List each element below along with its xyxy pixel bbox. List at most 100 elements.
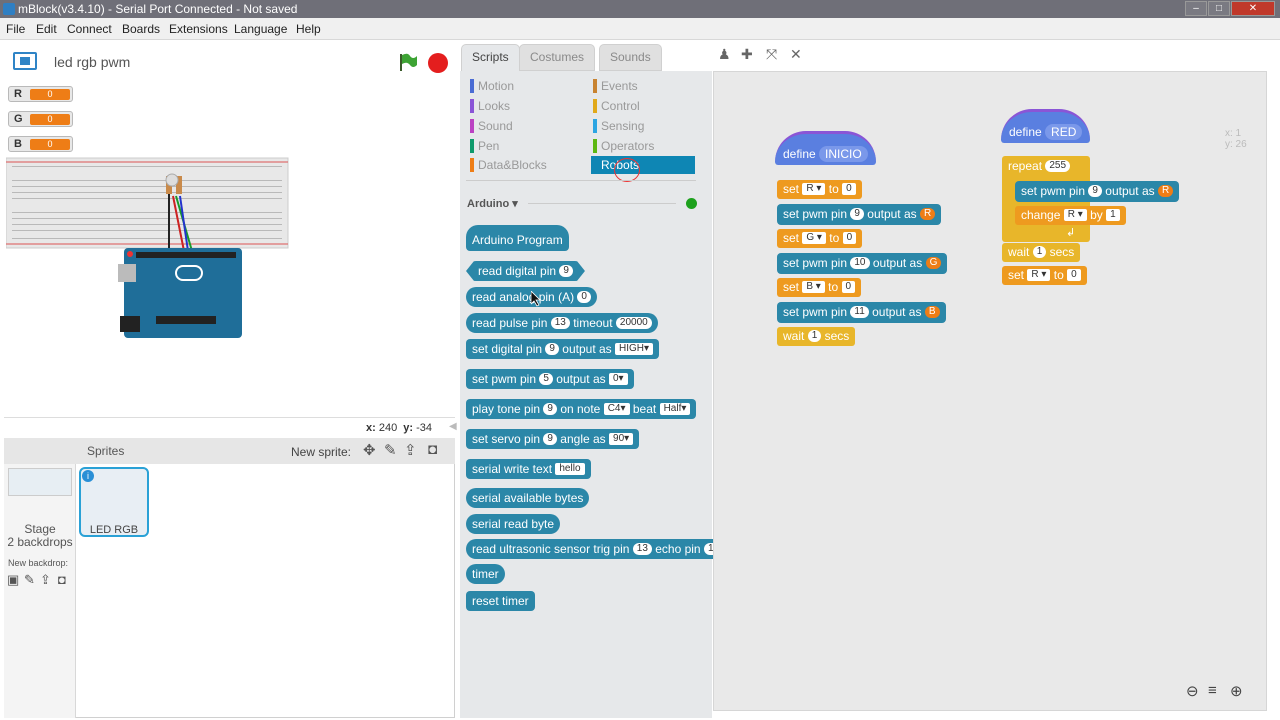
block-read-ultrasonic[interactable]: read ultrasonic sensor trig pin 13 echo … [466,539,730,559]
script2-set-r[interactable]: set R ▾ to 0 [1002,266,1087,285]
category-robots[interactable]: Robots [591,156,695,174]
block-read-pulse-pin[interactable]: read pulse pin 13 timeout 20000 [466,313,658,333]
x-value: 240 [378,422,398,434]
script1-set-pwm-9[interactable]: set pwm pin 9 output as R [777,204,942,225]
menu-boards[interactable]: Boards [122,22,160,36]
arduino-breadboard-image[interactable] [6,156,290,342]
script1-set-r[interactable]: set R ▾ to 0 [777,180,862,199]
click-highlight [614,158,640,182]
paint-sprite-icon[interactable]: ✎ [384,441,397,459]
monitor-b: B0 [8,136,73,152]
script2-set-pwm-9[interactable]: set pwm pin 9 output as R [1015,181,1180,202]
fullscreen-icon[interactable] [13,52,37,70]
arduino-section-label[interactable]: Arduino ▾ [467,197,518,210]
shrink-tool-icon[interactable]: ✕ [790,46,802,63]
menu-file[interactable]: File [6,22,25,36]
category-control[interactable]: Control [593,97,640,115]
menu-language[interactable]: Language [234,22,287,36]
block-serial-write-text[interactable]: serial write text hello [466,459,591,479]
y-label: y: [403,422,414,434]
block-read-digital-pin[interactable]: read digital pin 9 [466,261,585,281]
stage-thumbnail[interactable] [8,468,72,496]
block-play-tone-pin[interactable]: play tone pin 9 on note C4▾ beat Half▾ [466,399,697,419]
script2-wait[interactable]: wait 1 secs [1002,243,1081,262]
block-serial-available-bytes[interactable]: serial available bytes [466,488,590,508]
grow-tool-icon[interactable]: ⤧ [766,46,777,63]
zoom-reset-icon[interactable]: ≡ [1208,682,1217,699]
x-label: x: [366,422,376,434]
script1-set-g[interactable]: set G ▾ to 0 [777,229,863,248]
paint-backdrop-icon[interactable]: ✎ [24,572,35,588]
define-inicio-block[interactable]: define INICIO [775,131,876,165]
category-sensing[interactable]: Sensing [593,117,644,135]
sprite-info-icon[interactable]: i [82,470,94,482]
new-backdrop-label: New backdrop: [8,558,69,568]
monitor-g: G0 [8,111,73,127]
zoom-out-icon[interactable]: ⊖ [1186,682,1199,700]
upload-sprite-icon[interactable]: ⇪ [404,441,417,459]
category-pen[interactable]: Pen [470,137,499,155]
tab-costumes[interactable]: Costumes [519,44,596,71]
green-flag-icon[interactable] [398,52,418,72]
new-sprite-label: New sprite: [291,445,352,459]
menu-help[interactable]: Help [296,22,321,36]
block-set-servo-pin[interactable]: set servo pin 9 angle as 90▾ [466,429,640,449]
block-serial-read-byte[interactable]: serial read byte [466,514,561,534]
choose-sprite-icon[interactable]: ✥ [363,441,376,459]
menu-bar: File Edit Connect Boards Extensions Lang… [0,18,1280,40]
block-timer[interactable]: timer [466,564,505,584]
monitor-label: R [14,88,22,100]
block-set-digital-pin[interactable]: set digital pin 9 output as HIGH▾ [466,339,660,359]
stage-header: led rgb pwm [0,40,455,82]
sprite-name: LED RGB [89,524,139,536]
block-reset-timer[interactable]: reset timer [466,591,535,611]
maximize-button[interactable]: □ [1208,1,1230,16]
monitor-value: 0 [30,89,70,100]
stop-icon[interactable] [428,53,448,73]
close-button[interactable]: ✕ [1231,1,1275,16]
zoom-in-icon[interactable]: ⊕ [1230,682,1243,700]
window-title: mBlock(v3.4.10) - Serial Port Connected … [18,2,298,16]
palette-divider [466,180,696,181]
minimize-button[interactable]: – [1185,1,1207,16]
repeat-label: repeat 255 [1008,159,1071,173]
collapse-stage-icon[interactable]: ◀ [449,421,457,432]
project-title[interactable]: led rgb pwm [54,54,130,70]
category-motion[interactable]: Motion [470,77,514,95]
tab-scripts[interactable]: Scripts [461,44,520,71]
backdrops-count: 2 backdrops [7,535,73,549]
category-sound[interactable]: Sound [470,117,513,135]
script1-set-pwm-11[interactable]: set pwm pin 11 output as B [777,302,946,323]
monitor-value: 0 [30,139,70,150]
camera-sprite-icon[interactable]: ◘ [428,441,437,458]
delete-tool-icon[interactable]: ✚ [741,46,753,63]
stage-thumbnail-column[interactable]: Stage 2 backdrops New backdrop: ▣ ✎ ⇪ ◘ [4,464,76,718]
connection-status-dot [686,198,697,209]
sprite-thumbnail-led-rgb[interactable]: i LED RGB [79,467,149,537]
camera-backdrop-icon[interactable]: ◘ [58,572,66,587]
script1-set-pwm-10[interactable]: set pwm pin 10 output as G [777,253,948,274]
menu-extensions[interactable]: Extensions [169,22,228,36]
sprites-title: Sprites [87,444,125,458]
category-looks[interactable]: Looks [470,97,510,115]
duplicate-tool-icon[interactable]: ♟ [718,46,731,63]
tab-sounds[interactable]: Sounds [599,44,662,71]
section-line [528,203,676,204]
stage-coordinates: x: 240 y: -34 [366,422,432,434]
monitor-label: G [14,113,23,125]
block-arduino-program[interactable]: Arduino Program [466,225,569,251]
category-operators[interactable]: Operators [593,137,654,155]
script1-wait[interactable]: wait 1 secs [777,327,856,346]
y-value: -34 [416,422,433,434]
menu-connect[interactable]: Connect [67,22,112,36]
script1-set-b[interactable]: set B ▾ to 0 [777,278,862,297]
script2-change-r[interactable]: change R ▾ by 1 [1015,206,1126,225]
menu-edit[interactable]: Edit [36,22,57,36]
define-red-block[interactable]: define RED [1001,109,1091,143]
monitor-value: 0 [30,114,70,125]
upload-backdrop-icon[interactable]: ⇪ [40,572,51,588]
block-set-pwm-pin[interactable]: set pwm pin 5 output as 0▾ [466,369,634,389]
category-events[interactable]: Events [593,77,638,95]
backdrop-library-icon[interactable]: ▣ [7,572,19,588]
category-data-blocks[interactable]: Data&Blocks [470,156,547,174]
